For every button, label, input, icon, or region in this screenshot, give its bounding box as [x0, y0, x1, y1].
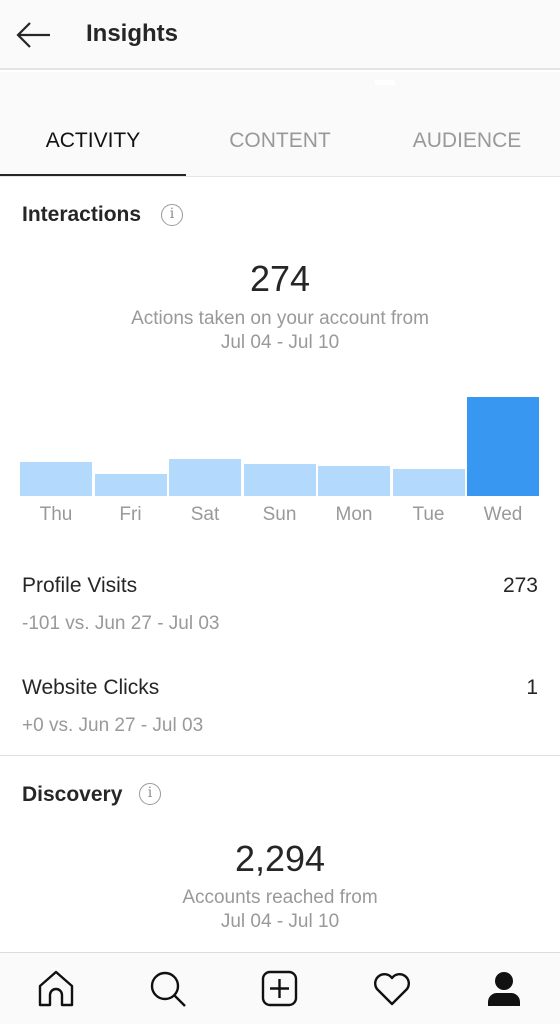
x-tick-label: Tue	[412, 504, 445, 525]
home-icon	[38, 970, 74, 1007]
discovery-date-range: Jul 04 - Jul 10	[220, 911, 340, 932]
x-tick-label: Sat	[190, 504, 220, 525]
tab-activity[interactable]: ACTIVITY	[0, 129, 186, 153]
top-app-bar: Insights	[0, 0, 560, 70]
website-clicks-value: 1	[526, 676, 538, 699]
info-icon[interactable]: i	[139, 783, 161, 805]
nav-search[interactable]	[148, 969, 188, 1009]
bar-sun[interactable]	[243, 464, 316, 496]
interactions-date-range: Jul 04 - Jul 10	[220, 332, 340, 353]
bar-sat[interactable]	[169, 459, 241, 496]
interactions-caption: Actions taken on your account from	[131, 308, 429, 329]
discovery-title: Discovery	[22, 783, 123, 806]
interactions-total: 274	[249, 258, 311, 299]
bar-fri[interactable]	[94, 474, 167, 496]
x-tick-label: Thu	[39, 504, 73, 525]
profile-visits-value: 273	[502, 574, 538, 597]
website-clicks-label: Website Clicks	[22, 676, 160, 699]
x-tick-label: Mon	[335, 504, 373, 525]
interactions-title: Interactions	[22, 203, 142, 226]
search-icon	[150, 971, 186, 1007]
bar-wed[interactable]	[467, 397, 539, 496]
tab-content[interactable]: CONTENT	[187, 129, 373, 153]
nav-profile[interactable]	[484, 969, 524, 1009]
website-clicks-comparison: +0 vs. Jun 27 - Jul 03	[22, 715, 204, 736]
profile-icon	[488, 972, 520, 1006]
bottom-nav	[0, 952, 560, 1024]
nav-add-post[interactable]	[260, 969, 300, 1009]
tab-audience[interactable]: AUDIENCE	[374, 129, 560, 153]
discovery-caption: Accounts reached from	[182, 887, 378, 908]
nav-activity[interactable]	[372, 969, 412, 1009]
arrow-left-icon	[16, 22, 50, 48]
x-tick-label: Fri	[119, 504, 142, 525]
bar-tue[interactable]	[392, 469, 465, 496]
back-button[interactable]	[14, 18, 54, 52]
active-tab-indicator	[0, 174, 186, 176]
profile-visits-label: Profile Visits	[22, 574, 138, 597]
discovery-total: 2,294	[234, 838, 326, 879]
x-tick-label: Wed	[483, 504, 523, 525]
bar-thu[interactable]	[20, 462, 92, 496]
heart-icon	[374, 973, 410, 1006]
nav-home[interactable]	[36, 969, 76, 1009]
interactions-bar-chart: Thu Fri Sat Sun Mon Tue Wed	[20, 380, 540, 530]
page-title: Insights	[86, 20, 179, 47]
section-divider	[0, 755, 560, 756]
drag-handle	[375, 80, 395, 85]
tab-bar: ACTIVITY CONTENT AUDIENCE	[0, 72, 560, 177]
profile-visits-comparison: -101 vs. Jun 27 - Jul 03	[22, 613, 220, 634]
x-tick-label: Sun	[262, 504, 297, 525]
add-post-icon	[261, 970, 298, 1007]
bar-mon[interactable]	[318, 466, 390, 496]
info-icon[interactable]: i	[161, 204, 183, 226]
